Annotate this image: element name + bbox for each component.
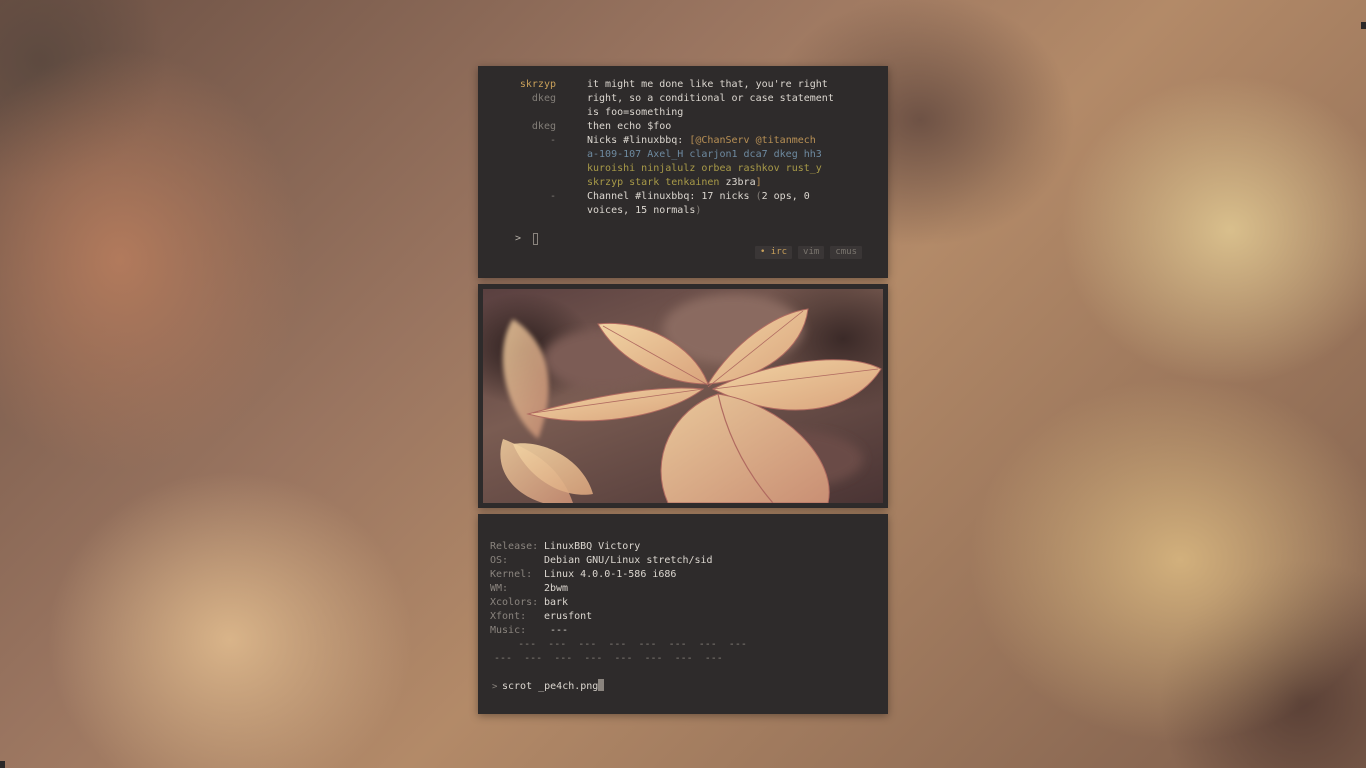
irc-nick: - [549,135,556,146]
irc-text-segment: then echo $foo [587,121,672,132]
system-info-label: WM: [490,583,509,594]
irc-message: dkeg right, so a conditional or case stat… [478,92,888,106]
system-info-value: bark [544,597,569,608]
system-info-value: Debian GNU/Linux stretch/sid [544,555,713,566]
system-info-value: erusfont [544,611,593,622]
irc-text-segment: Channel #linuxbbq: 17 nicks [587,191,756,202]
irc-message: skrzyp it might me done like that, you're… [478,78,888,92]
system-info-row: Kernel: Linux 4.0.0-1-586 i686 [490,568,676,582]
irc-prompt-arrow: > [515,233,522,244]
system-info-label: Kernel: [490,569,533,580]
color-swatch-row-1: --- --- --- --- --- --- --- --- [494,639,747,650]
shell-command-line[interactable]: scrot _pe4ch.png [502,679,605,694]
fetch-terminal-window[interactable]: Release: LinuxBBQ Victory OS: Debian GNU/Li… [478,514,888,714]
irc-message-text: right, so a conditional or case statemen… [587,92,834,106]
irc-message: is foo=something [478,106,888,120]
tab-cmus[interactable]: cmus [830,246,862,259]
irc-text-segment: ] [755,177,762,188]
system-info-row: Release: LinuxBBQ Victory [490,540,640,554]
irc-message: dkeg then echo $foo [478,120,888,134]
color-swatch-row-2: --- --- --- --- --- --- --- --- [494,653,723,664]
system-info-row: WM: 2bwm [490,582,568,596]
irc-text-segment: right, so a conditional or case statemen… [587,93,834,104]
irc-message-text: it might me done like that, you're right [587,78,828,92]
tab-irc[interactable]: • irc [754,246,793,259]
irc-text-segment: kuroishi ninjalulz orbea rashkov rust_y [587,163,822,174]
irc-message-text: a-109-107 Axel_H clarjon1 dca7 dkeg hh3 [587,148,822,162]
tab-vim[interactable]: vim [798,246,825,259]
irc-message-text: skrzyp stark tenkainen z3bra] [587,176,762,190]
irc-message: - Nicks #linuxbbq: [@ChanServ @titanmech [478,134,888,148]
system-info-value: Linux 4.0.0-1-586 i686 [544,569,677,580]
irc-text-segment: a-109-107 Axel_H clarjon1 dca7 dkeg hh3 [587,149,822,160]
system-info-row: Xfont: erusfont [490,610,592,624]
system-info-value: --- [544,625,569,636]
image-viewer-window[interactable] [478,284,888,508]
shell-command-text: scrot _pe4ch.png [502,681,599,692]
irc-message: a-109-107 Axel_H clarjon1 dca7 dkeg hh3 [478,148,888,162]
irc-text-segment: z3bra [725,177,756,188]
irc-message-text: then echo $foo [587,120,671,134]
irc-input-cursor[interactable] [533,233,538,245]
irc-message-text: is foo=something [587,106,683,120]
irc-message-text: kuroishi ninjalulz orbea rashkov rust_y [587,162,822,176]
system-info-row: Music: --- [490,624,568,638]
system-info-row: OS: Debian GNU/Linux stretch/sid [490,554,713,568]
irc-text-segment: 2 ops, 0 [761,191,810,202]
irc-text-segment: [@ChanServ @titanmech [689,135,816,146]
irc-message-text: Channel #linuxbbq: 17 nicks (2 ops, 0 [587,190,810,204]
irc-message: voices, 15 normals) [478,204,888,218]
system-info-label: OS: [490,555,509,566]
irc-message: - Channel #linuxbbq: 17 nicks (2 ops, 0 [478,190,888,204]
system-info-label: Xcolors: [490,597,539,608]
system-info-label: Release: [490,541,539,552]
irc-message-text: voices, 15 normals) [587,204,701,218]
system-info-value: 2bwm [544,583,569,594]
irc-text-segment: ) [695,205,702,216]
irc-text-segment: is foo=something [587,107,684,118]
bottom-left-marker [0,761,5,768]
irc-nick: - [549,191,556,202]
top-right-marker [1361,22,1366,29]
leaf-photo [483,289,883,503]
system-info-value: LinuxBBQ Victory [544,541,641,552]
system-info-label: Xfont: [490,611,527,622]
irc-text-segment: it might me done like that, you're right [587,79,828,90]
irc-terminal-window[interactable]: skrzyp it might me done like that, you're… [478,66,888,278]
irc-nick: dkeg [531,93,556,104]
shell-cursor [598,679,605,691]
irc-nick: dkeg [531,121,556,132]
system-info-row: Xcolors: bark [490,596,568,610]
leaf-photo-art [500,294,882,503]
irc-nick: skrzyp [519,79,556,90]
irc-message: kuroishi ninjalulz orbea rashkov rust_y [478,162,888,176]
irc-window-tabs: • irc vim cmus [754,246,862,259]
system-info-label: Music: [490,625,527,636]
irc-text-segment: Nicks #linuxbbq: [587,135,690,146]
irc-text-segment: voices, 15 normals [587,205,696,216]
irc-message-text: Nicks #linuxbbq: [@ChanServ @titanmech [587,134,816,148]
irc-message: skrzyp stark tenkainen z3bra] [478,176,888,190]
shell-prompt-arrow: > [492,682,498,692]
irc-text-segment: skrzyp stark tenkainen [587,177,726,188]
